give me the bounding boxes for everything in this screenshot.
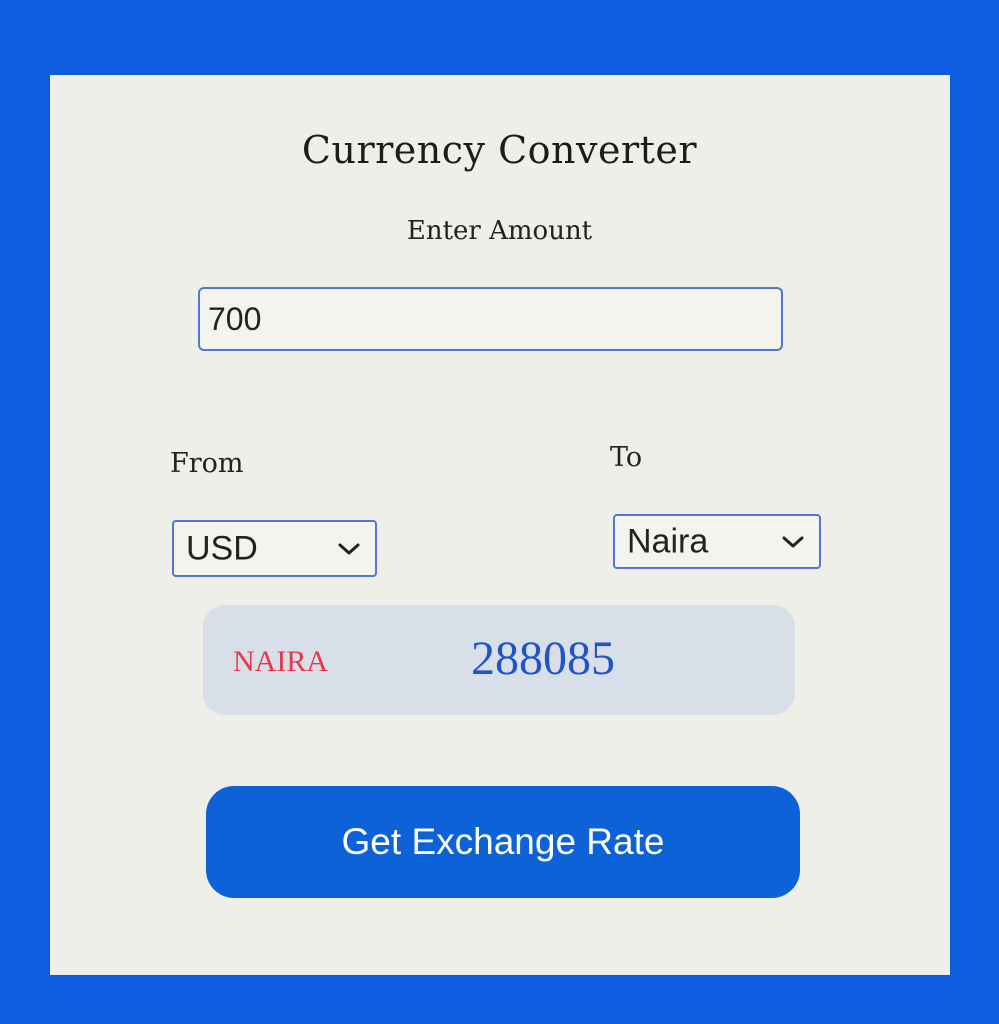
to-label: To — [610, 442, 643, 473]
amount-label: Enter Amount — [406, 216, 593, 246]
from-label: From — [170, 448, 244, 479]
chevron-down-icon — [338, 543, 360, 554]
result-box: NAIRA 288085 — [203, 605, 795, 715]
get-exchange-rate-button[interactable]: Get Exchange Rate — [206, 786, 800, 898]
from-currency-select[interactable]: USD — [172, 520, 377, 577]
amount-input[interactable] — [198, 287, 783, 351]
chevron-down-icon — [782, 536, 804, 547]
from-currency-value: USD — [186, 529, 258, 567]
page-title: Currency Converter — [301, 128, 698, 172]
result-currency: NAIRA — [233, 645, 328, 678]
to-currency-value: Naira — [627, 522, 709, 560]
to-currency-select[interactable]: Naira — [613, 514, 821, 569]
result-value: 288085 — [471, 632, 615, 685]
